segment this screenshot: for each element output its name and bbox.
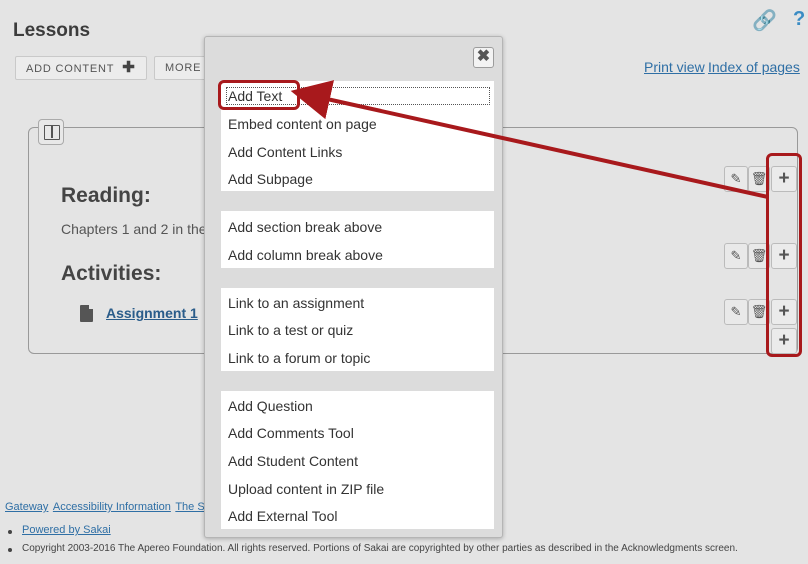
arrow-line <box>290 80 769 199</box>
callout-arrow <box>290 80 769 199</box>
